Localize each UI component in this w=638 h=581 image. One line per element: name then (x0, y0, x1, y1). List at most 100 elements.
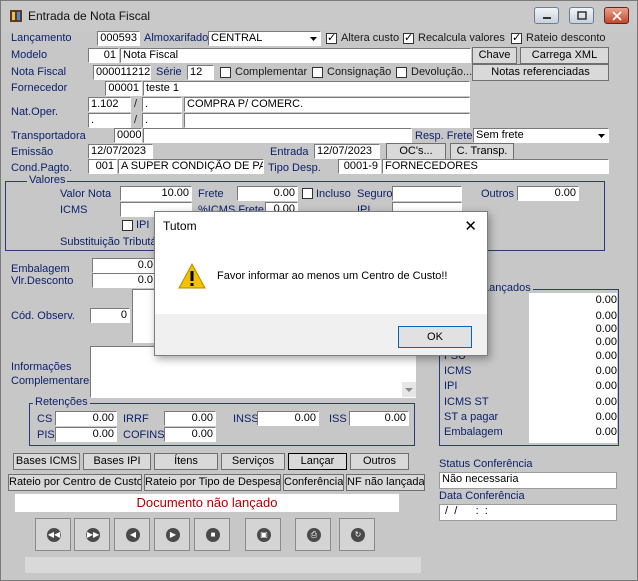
inss-field[interactable]: 0.00 (257, 411, 319, 426)
lancados-title: Lançados (481, 282, 533, 294)
natoper-code3-field[interactable]: . (88, 113, 131, 128)
window-title: Entrada de Nota Fiscal (28, 9, 151, 23)
c-transp-button[interactable]: C. Transp. (450, 143, 514, 160)
lancamento-field[interactable]: 000593 (97, 31, 140, 46)
fornecedor-code-field[interactable]: 00001 (105, 81, 142, 96)
lancar-button[interactable]: Lançar (288, 453, 347, 470)
incluso-checkbox[interactable] (302, 188, 313, 199)
lancados-row-value: 0.00 (595, 426, 617, 438)
resp-frete-label: Resp. Frete (415, 130, 473, 142)
recalcula-checkbox[interactable] (403, 31, 414, 44)
modelo-code-field[interactable]: 01 (88, 48, 119, 63)
fast-forward-button[interactable]: ▶▶ (74, 518, 110, 551)
serie-field[interactable]: 12 (187, 65, 214, 80)
natoper-sep-2: / (134, 114, 138, 126)
lancados-row-value: 0.00 (595, 365, 617, 377)
itens-button[interactable]: Ítens (154, 453, 218, 470)
embalagem-label: Embalagem (11, 263, 70, 275)
rateio-centro-custo-button[interactable]: Rateio por Centro de Custo (8, 474, 142, 491)
nota-fiscal-field[interactable]: 000011212 (93, 65, 151, 80)
pis-field[interactable]: 0.00 (55, 427, 117, 442)
devolucao-label: Devolução... (411, 66, 473, 78)
ipi-checkbox[interactable] (122, 220, 133, 231)
stop-button[interactable]: ■ (194, 518, 230, 551)
info-label-1: Informações (11, 361, 72, 373)
natoper-code4-field[interactable]: . (142, 113, 182, 128)
prev-record-button[interactable]: ◀ (114, 518, 150, 551)
almoxarifado-label: Almoxarifado (144, 32, 209, 44)
complementar-checkbox[interactable] (220, 67, 231, 78)
dialog-message: Favor informar ao menos um Centro de Cus… (217, 270, 448, 282)
print-icon: ⎙ (307, 528, 321, 542)
cancel-icon: ▣ (257, 528, 271, 542)
vlr-desconto-label: Vlr.Desconto (11, 275, 74, 287)
tipodesp-code-field[interactable]: 0001-9 (338, 159, 381, 174)
notas-referenciadas-button[interactable]: Notas referenciadas (472, 64, 609, 81)
almoxarifado-select[interactable]: CENTRAL (208, 31, 321, 46)
ocs-button[interactable]: OC's... (386, 143, 446, 160)
rateio-tipo-despesa-button[interactable]: Rateio por Tipo de Despesa (144, 474, 281, 491)
valor-nota-field[interactable]: 10.00 (120, 186, 192, 201)
rateio-desconto-label: Rateio desconto (526, 32, 606, 44)
dialog-close-button[interactable]: ✕ (464, 217, 477, 235)
transportadora-name-field (143, 128, 412, 143)
lancamento-label: Lançamento (11, 32, 72, 44)
modelo-desc-field: Nota Fiscal (120, 48, 471, 63)
altera-custo-checkbox[interactable] (326, 31, 337, 44)
close-button[interactable] (604, 7, 629, 24)
inss-label: INSS (233, 413, 259, 425)
icms-label: ICMS (60, 204, 88, 216)
frete-field[interactable]: 0.00 (237, 186, 298, 201)
lancados-row-value: 0.00 (595, 350, 617, 362)
next-record-button[interactable]: ▶ (154, 518, 190, 551)
outros-button[interactable]: Outros (350, 453, 409, 470)
embalagem-field[interactable]: 0.0 (92, 258, 156, 273)
bases-ipi-button[interactable]: Bases IPI (83, 453, 151, 470)
recalcula-label: Recalcula valores (418, 32, 505, 44)
carrega-xml-button[interactable]: Carrega XML (520, 47, 609, 64)
title-bar: Entrada de Nota Fiscal (1, 1, 637, 31)
lancados-row-value: 0.00 (595, 380, 617, 392)
lancados-row-value: 0.00 (595, 336, 617, 348)
modelo-label: Modelo (11, 49, 48, 61)
maximize-button[interactable] (569, 7, 594, 24)
resp-frete-select[interactable]: Sem frete (473, 128, 609, 143)
cancel-button[interactable]: ▣ (245, 518, 281, 551)
iss-label: ISS (329, 413, 347, 425)
textarea-scroll-down[interactable] (402, 382, 416, 397)
vlr-desconto-field[interactable]: 0.0 (92, 273, 156, 288)
emissao-field[interactable]: 12/07/2023 (88, 144, 153, 159)
cofins-field[interactable]: 0.00 (164, 427, 216, 442)
rateio-desconto-checkbox[interactable] (511, 31, 522, 44)
transportadora-code-field[interactable]: 0000 (114, 128, 142, 143)
bases-icms-button[interactable]: Bases ICMS (13, 453, 80, 470)
devolucao-checkbox[interactable] (396, 67, 407, 78)
refresh-button[interactable]: ↻ (339, 518, 375, 551)
seguro-field[interactable] (392, 186, 462, 201)
chave-button[interactable]: Chave (472, 47, 517, 64)
ok-button[interactable]: OK (398, 326, 472, 348)
irrf-field[interactable]: 0.00 (164, 411, 216, 426)
entrada-field[interactable]: 12/07/2023 (314, 144, 380, 159)
nf-nao-lancada-button[interactable]: NF não lançada (346, 474, 425, 491)
iss-field[interactable]: 0.00 (349, 411, 409, 426)
outros-field[interactable]: 0.00 (517, 186, 579, 201)
dialog-title: Tutom (163, 219, 197, 233)
condpagto-code-field[interactable]: 001 (88, 159, 117, 174)
next-icon: ▶ (166, 528, 180, 542)
refresh-icon: ↻ (351, 528, 365, 542)
first-record-button[interactable]: ◀◀ (35, 518, 71, 551)
print-button[interactable]: ⎙ (295, 518, 331, 551)
observ-textarea[interactable] (132, 289, 156, 343)
cs-field[interactable]: 0.00 (55, 411, 117, 426)
natoper-code1-field[interactable]: 1.102 (88, 97, 131, 112)
cod-observ-field[interactable]: 0 (90, 308, 130, 323)
dialog-footer: OK (155, 314, 487, 355)
rewind-icon: ◀◀ (47, 528, 61, 542)
natoper-code2-field[interactable]: . (142, 97, 182, 112)
consignacao-checkbox[interactable] (312, 67, 323, 78)
conferencia-button[interactable]: Conferência (283, 474, 344, 491)
servicos-button[interactable]: Serviços (221, 453, 285, 470)
ipi-checkbox-label: IPI (136, 219, 150, 231)
minimize-button[interactable] (534, 7, 559, 24)
